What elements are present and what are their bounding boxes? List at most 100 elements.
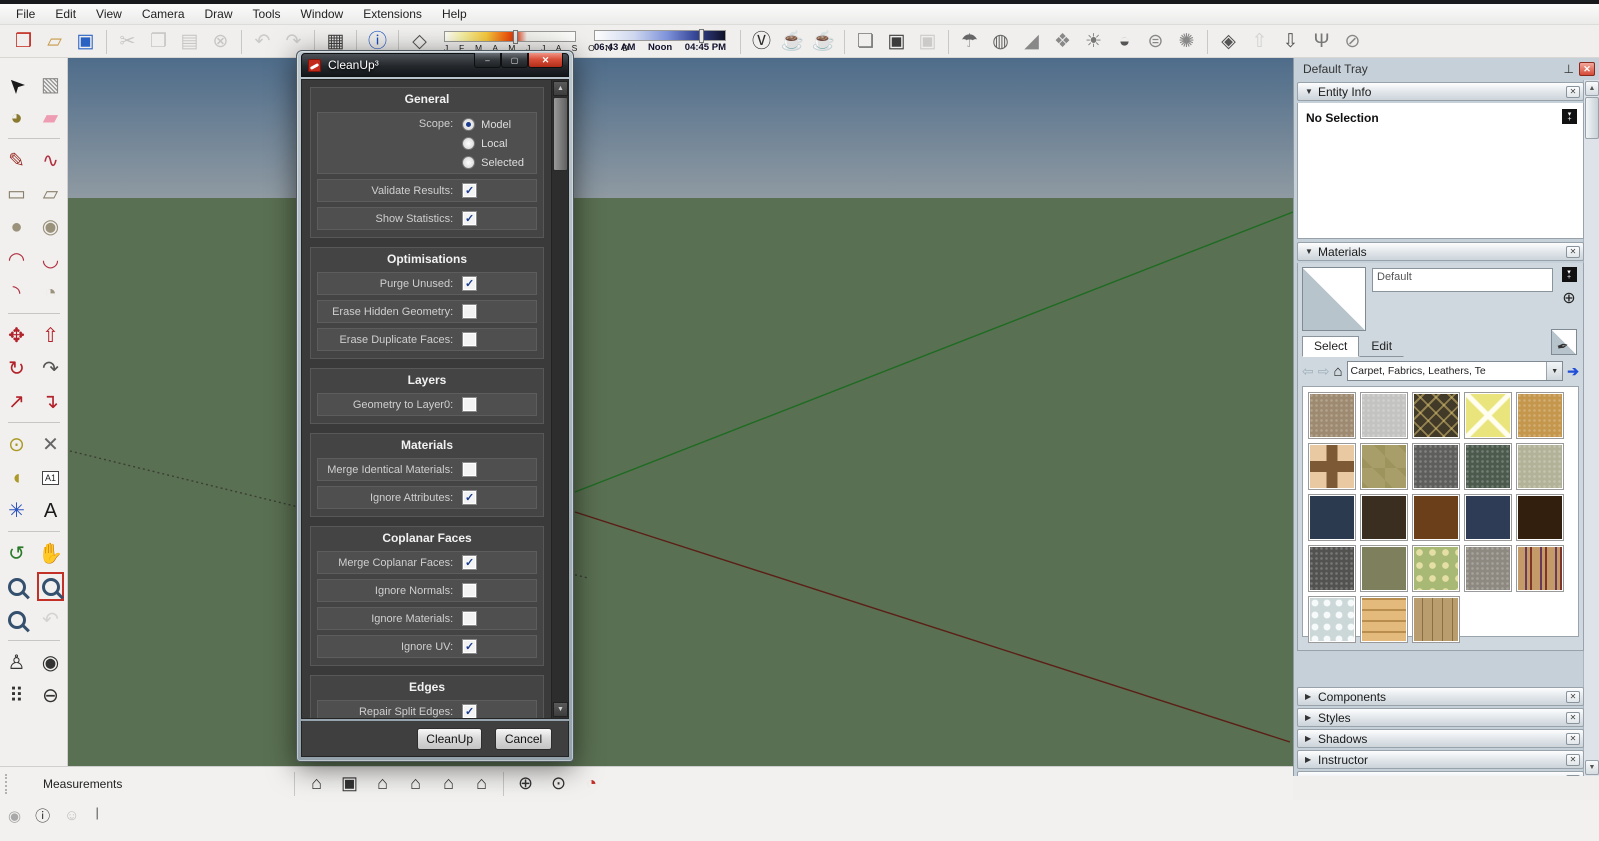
radio-option-selected[interactable]: Selected [462,153,524,172]
chevron-down-icon[interactable]: ▼ [1546,362,1562,380]
cancel-button[interactable]: Cancel [495,728,552,750]
model-viewport[interactable] [68,58,1293,766]
vray-sphere-light-button[interactable]: ◍ [985,28,1016,56]
three-point-arc-tool-button[interactable]: ◝ [1,276,32,309]
vray-sun-light-button[interactable]: ✺ [1171,28,1202,56]
axes-tool-button[interactable]: ✳ [1,494,32,527]
menu-draw[interactable]: Draw [195,5,243,23]
copy-button[interactable]: ❐ [143,28,174,56]
material-swatch-carpet-loop-gray[interactable] [1360,392,1408,439]
cleanup-button[interactable]: CleanUp [417,728,482,750]
open-model-button[interactable]: ▱ [39,28,70,56]
material-swatch-carpet-charcoal[interactable] [1412,443,1460,490]
back-view-button[interactable]: ⌂ [432,770,465,798]
panel-close-button[interactable]: ✕ [1566,733,1580,745]
make-component-tool-button[interactable]: ▧ [35,68,66,101]
select-tool-button[interactable]: ➤ [1,68,32,101]
radio-option-model[interactable]: Model [462,115,524,134]
forward-arrow-button[interactable]: ⇨ [1318,363,1330,380]
panel-header-materials[interactable]: ▼ Materials ✕ [1297,242,1584,261]
freehand-tool-button[interactable]: ∿ [35,144,66,177]
new-model-button[interactable]: ❒ [8,28,39,56]
vray-fur-button[interactable]: Ψ [1306,28,1337,56]
material-swatch-vinyl-drops-white[interactable] [1308,596,1356,643]
panel-header-components[interactable]: ▶Components✕ [1297,687,1584,706]
previous-view-tool-button[interactable]: ↶ [35,603,66,636]
protractor-tool-button[interactable]: ◖ [1,461,32,494]
panel-close-button[interactable]: ✕ [1566,775,1580,777]
vray-rectangle-light-button[interactable]: ☂ [954,28,985,56]
tape-measure-tool-button[interactable]: ⊙ [1,428,32,461]
checkbox-show-statistics[interactable]: ✓ [462,211,477,226]
date-slider-handle[interactable] [513,30,518,44]
orbit-tool-button[interactable]: ↺ [1,537,32,570]
paint-bucket-tool-button[interactable]: ◕ [1,101,32,134]
material-swatch-fabric-charcoal[interactable] [1308,545,1356,592]
panel-header-instructor[interactable]: ▶Instructor✕ [1297,750,1584,769]
scroll-down-button[interactable]: ▼ [553,702,568,717]
text-tool-button[interactable]: A1 [35,461,66,494]
vray-mesh-light-button[interactable]: ⊜ [1140,28,1171,56]
menu-extensions[interactable]: Extensions [353,5,432,23]
time-slider-handle[interactable] [699,29,704,43]
radio-button-icon[interactable] [462,118,475,131]
panel-close-button[interactable]: ✕ [1566,86,1580,98]
checkbox-merge-identical-materials[interactable] [462,462,477,477]
menu-edit[interactable]: Edit [45,5,86,23]
push-pull-tool-button[interactable]: ⇧ [35,319,66,352]
checkbox-repair-split-edges[interactable]: ✓ [462,704,477,718]
offset-tool-button[interactable]: ↴ [35,385,66,418]
zoom-tool-button[interactable] [1,570,32,603]
vray-batch-render-button[interactable]: ▣ [881,28,912,56]
pan-tool-button[interactable]: ✋ [35,537,66,570]
vray-ies-light-button[interactable]: ❖ [1047,28,1078,56]
radio-button-icon[interactable] [462,137,475,150]
material-name-field[interactable]: Default [1372,268,1553,292]
menu-camera[interactable]: Camera [132,5,195,23]
date-slider-track[interactable] [444,31,576,42]
rotated-rectangle-tool-button[interactable]: ▱ [35,177,66,210]
time-slider-track[interactable] [594,30,726,41]
pie-tool-button[interactable]: ◔ [35,276,66,309]
details-arrow-button[interactable]: ➔ [1567,363,1579,380]
arc-tool-button[interactable]: ◠ [1,243,32,276]
pin-icon[interactable]: ⊥ [1564,62,1574,76]
menu-file[interactable]: File [6,5,45,23]
checkbox-erase-hidden-geometry[interactable] [462,304,477,319]
top-view-button[interactable]: ▣ [333,770,366,798]
zoom-extents-tool-button[interactable] [1,603,32,636]
checkbox-erase-duplicate-faces[interactable] [462,332,477,347]
maximize-button[interactable]: ▢ [501,53,528,68]
vray-clipper-button[interactable]: ⊘ [1337,28,1368,56]
material-swatch-wood-planks-tan[interactable] [1360,596,1408,643]
material-swatch-carpet-yellow-cross[interactable] [1464,392,1512,439]
line-tool-button[interactable]: ✎ [1,144,32,177]
material-swatch-tile-cross-tan[interactable] [1308,443,1356,490]
menu-view[interactable]: View [86,5,132,23]
material-swatch-fabric-stripes-tan-purple[interactable] [1516,545,1564,592]
material-swatch-carpet-sisal-tan[interactable] [1516,392,1564,439]
vray-dome-light-button[interactable]: ◒ [1109,28,1140,56]
circle-tool-button[interactable]: ● [1,210,32,243]
save-model-button[interactable]: ▣ [70,28,101,56]
checkbox-validate-results[interactable]: ✓ [462,183,477,198]
checkbox-purge-unused[interactable]: ✓ [462,276,477,291]
polygon-tool-button[interactable]: ◉ [35,210,66,243]
material-swatch-denim-navy[interactable] [1308,494,1356,541]
material-swatch-carpet-plush-beige[interactable] [1308,392,1356,439]
vray-asset-editor-button[interactable]: Ⓥ [746,28,777,56]
material-swatch-fabric-sage[interactable] [1516,443,1564,490]
vray-interactive-render-button[interactable]: ☕ [808,28,839,56]
paste-button[interactable]: ▤ [174,28,205,56]
secondary-pane-button[interactable]: ▾+ [1562,267,1577,282]
dialog-title-bar[interactable]: CleanUp³ – ▢ ✕ [301,53,569,77]
material-swatch-carpet-squares-olive[interactable] [1360,443,1408,490]
radio-button-icon[interactable] [462,156,475,169]
right-view-button[interactable]: ⌂ [399,770,432,798]
panel-header-styles[interactable]: ▶Styles✕ [1297,708,1584,727]
left-view-button[interactable]: ⌂ [465,770,498,798]
collection-dropdown[interactable]: Carpet, Fabrics, Leathers, Te ▼ [1347,361,1564,381]
section-plane-tool-button[interactable]: ⊖ [35,679,66,712]
panel-close-button[interactable]: ✕ [1566,246,1580,258]
look-around-tool-button[interactable]: ◉ [35,646,66,679]
